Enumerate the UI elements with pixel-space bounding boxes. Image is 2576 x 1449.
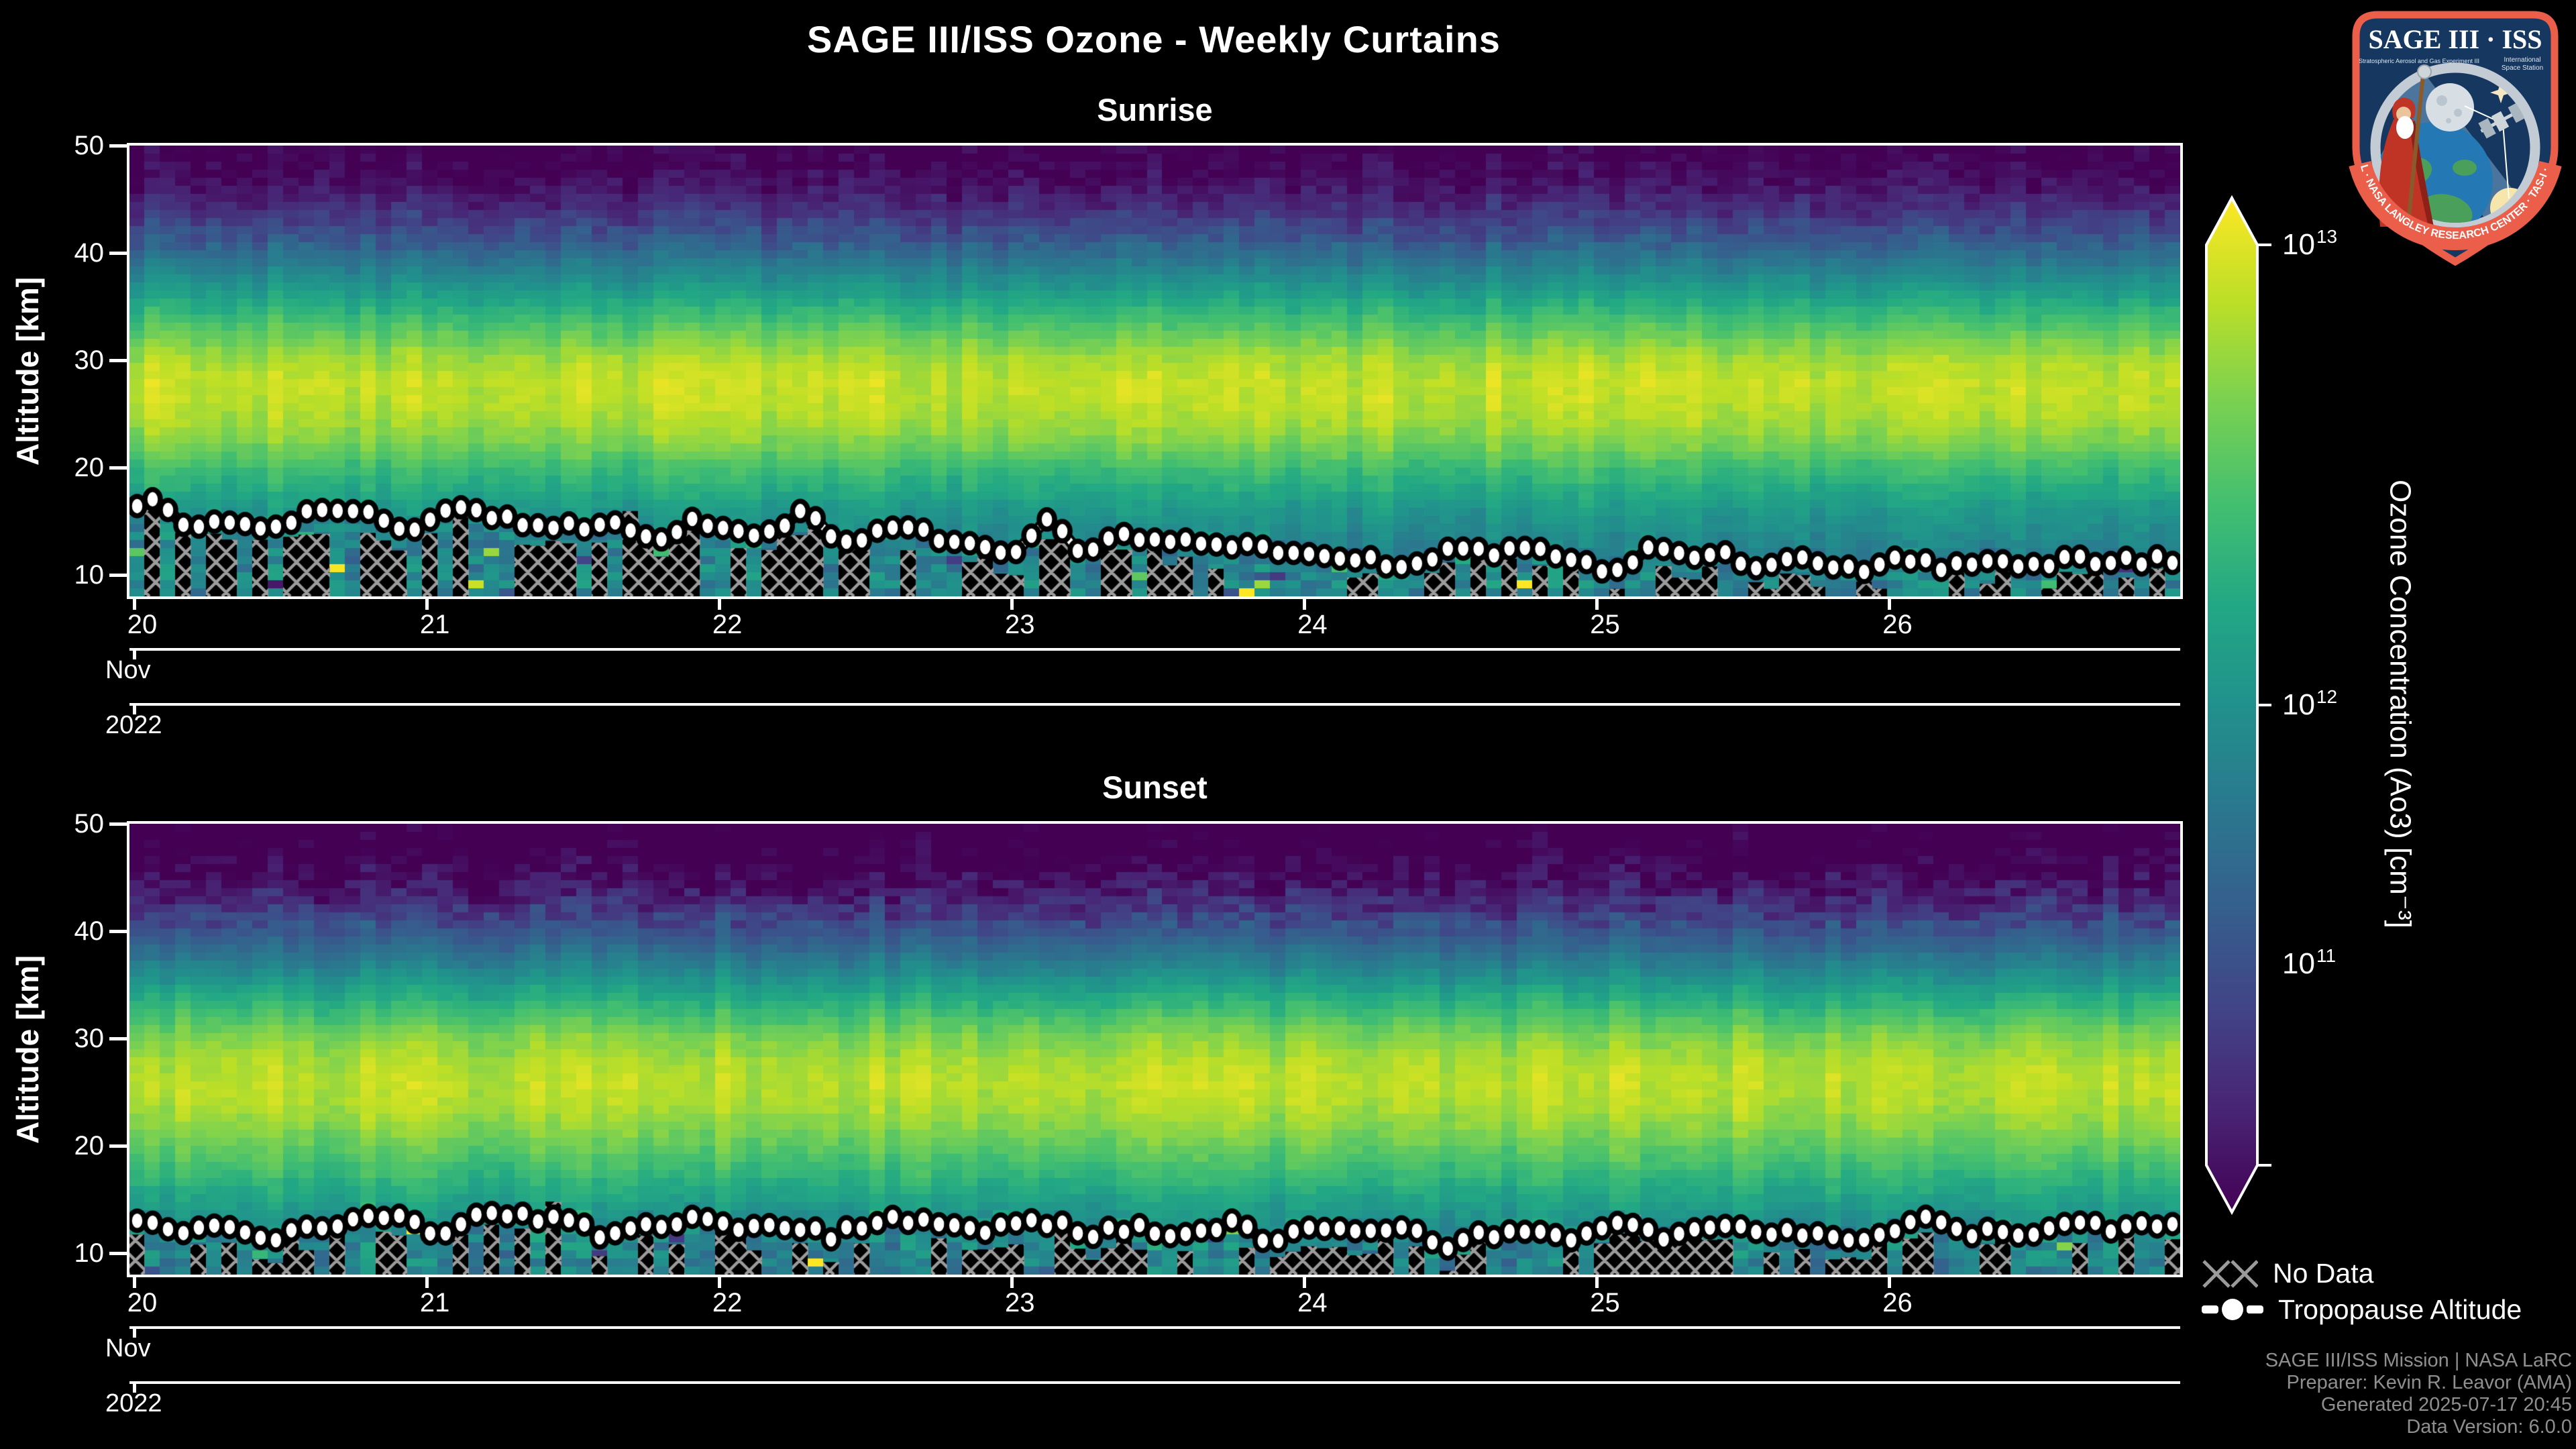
y-tick-label: 30 — [74, 345, 105, 375]
x-tick-mark — [1302, 1277, 1306, 1288]
x-tick-label: 23 — [1005, 610, 1035, 639]
sage-iss-logo: BALL · NASA LANGLEY RESEARCH CENTER · TA… — [2340, 5, 2562, 266]
y-tick-mark — [109, 1036, 127, 1040]
y-tick-label: 30 — [74, 1024, 105, 1053]
attribution-mission: SAGE III/ISS Mission | NASA LaRC — [2265, 1350, 2572, 1371]
x-tick-label: 25 — [1590, 610, 1620, 639]
x-tick-label: 22 — [712, 1288, 743, 1318]
y-tick-label: 50 — [74, 131, 105, 160]
year-label: 2022 — [105, 711, 162, 739]
y-tick-mark — [109, 144, 127, 148]
attribution-version: Data Version: 6.0.0 — [2406, 1416, 2572, 1438]
x-tick-mark — [425, 599, 429, 610]
sunrise-panel-title: Sunrise — [1097, 92, 1213, 127]
y-tick-mark — [109, 466, 127, 470]
x-tick-label: 24 — [1297, 610, 1328, 639]
x-tick-label: 20 — [127, 610, 158, 639]
x-tick-label: 23 — [1005, 1288, 1035, 1318]
x-tick-mark — [1888, 599, 1892, 610]
no-data-hatch-icon — [2202, 1260, 2258, 1288]
logo-subtitle-left: Stratospheric Aerosol and Gas Experiment… — [2359, 58, 2479, 64]
date-group-line — [129, 1381, 2180, 1384]
y-tick-label: 50 — [74, 809, 105, 839]
y-tick-label: 40 — [74, 238, 105, 268]
legend-label-tropopause: Tropopause Altitude — [2278, 1293, 2522, 1325]
year-label: 2022 — [105, 1389, 162, 1417]
x-tick-mark — [717, 599, 721, 610]
x-tick-label: 20 — [127, 1288, 158, 1318]
x-tick-label: 21 — [419, 610, 450, 639]
logo-subtitle-right-1: International — [2504, 56, 2540, 64]
sunset-panel-title: Sunset — [1102, 769, 1208, 805]
tropopause-marker-icon — [2202, 1299, 2263, 1320]
sunrise-y-axis-label: Altitude [km] — [10, 276, 45, 466]
x-tick-label: 26 — [1882, 610, 1913, 639]
y-tick-label: 20 — [74, 453, 105, 482]
y-tick-mark — [109, 1251, 127, 1255]
x-tick-label: 21 — [419, 1288, 450, 1318]
x-tick-mark — [1010, 1277, 1014, 1288]
x-tick-mark — [717, 1277, 721, 1288]
logo-title: SAGE III · ISS — [2368, 24, 2542, 54]
x-tick-label: 24 — [1297, 1288, 1328, 1318]
y-tick-mark — [109, 1144, 127, 1148]
x-tick-mark — [1595, 599, 1599, 610]
x-tick-mark — [1302, 599, 1306, 610]
y-tick-label: 10 — [74, 1238, 105, 1268]
x-tick-mark — [132, 599, 136, 610]
month-label: Nov — [105, 1334, 151, 1362]
sunset-curtain-plot: 10 20 30 40 50 20 21 22 23 24 25 26 Nov 2022 — [74, 810, 2183, 1416]
x-tick-mark — [1888, 1277, 1892, 1288]
attribution-preparer: Preparer: Kevin R. Leavor (AMA) — [2286, 1372, 2572, 1393]
colorbar — [2205, 195, 2271, 1216]
page-title: SAGE III/ISS Ozone - Weekly Curtains — [807, 18, 1501, 60]
month-label: Nov — [105, 656, 151, 684]
x-tick-label: 25 — [1590, 1288, 1620, 1318]
sunrise-heatmap-canvas — [129, 146, 2180, 596]
y-tick-label: 10 — [74, 560, 105, 590]
date-group-line — [129, 648, 2180, 651]
x-tick-mark — [132, 1277, 136, 1288]
y-tick-mark — [109, 573, 127, 577]
legend-item-tropopause: Tropopause Altitude — [2202, 1293, 2522, 1326]
y-tick-label: 40 — [74, 916, 105, 946]
colorbar-axis-label: Ozone Concentration (Ao3) [cm⁻³] — [2383, 479, 2417, 928]
colorbar-gradient-arrow — [2205, 195, 2259, 1216]
legend-item-no-data: No Data — [2202, 1257, 2373, 1289]
x-tick-label: 22 — [712, 610, 743, 639]
attribution-block: SAGE III/ISS Mission | NASA LaRC Prepare… — [2265, 1350, 2572, 1438]
y-tick-label: 20 — [74, 1131, 105, 1161]
y-tick-mark — [109, 358, 127, 362]
sunset-y-axis-label: Altitude [km] — [10, 955, 45, 1144]
x-tick-mark — [1595, 1277, 1599, 1288]
y-tick-mark — [109, 251, 127, 255]
legend-label-no-data: No Data — [2273, 1257, 2374, 1289]
y-tick-mark — [109, 822, 127, 826]
attribution-generated: Generated 2025-07-17 20:45 — [2320, 1394, 2572, 1415]
sunrise-curtain-plot: 10 20 30 40 50 20 21 22 23 24 25 26 Nov 2022 — [74, 132, 2183, 738]
sunset-heatmap-canvas — [129, 824, 2180, 1275]
logo-subtitle-right-2: Space Station — [2502, 64, 2543, 72]
x-tick-mark — [1010, 599, 1014, 610]
x-tick-mark — [425, 1277, 429, 1288]
date-group-line — [129, 703, 2180, 706]
y-tick-mark — [109, 929, 127, 933]
x-tick-label: 26 — [1882, 1288, 1913, 1318]
date-group-line — [129, 1326, 2180, 1329]
